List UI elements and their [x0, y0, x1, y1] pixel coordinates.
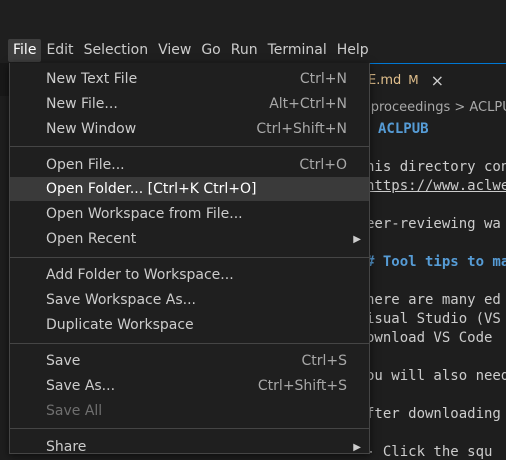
menu-item-open-file[interactable]: Open File... Ctrl+O	[10, 153, 369, 177]
menu-item-shortcut: Ctrl+S	[301, 353, 347, 369]
menu-item-label: Share	[46, 439, 87, 454]
menu-item-label: New Text File	[46, 71, 138, 87]
editor-line: here are many ed	[366, 292, 501, 308]
menu-go[interactable]: Go	[196, 39, 225, 62]
menu-item-label: New File...	[46, 96, 118, 112]
menu-item-new-file[interactable]: New File... Alt+Ctrl+N	[10, 92, 369, 116]
menu-separator	[10, 428, 369, 429]
menu-view[interactable]: View	[153, 39, 196, 62]
editor-line: ACLPUB	[378, 121, 429, 137]
close-icon[interactable]: ×	[431, 71, 444, 90]
menu-item-save[interactable]: Save Ctrl+S	[10, 349, 369, 373]
menu-item-shortcut: Ctrl+Shift+S	[257, 378, 347, 394]
menu-item-open-folder[interactable]: Open Folder... [Ctrl+K Ctrl+O]	[10, 177, 369, 201]
menu-item-shortcut: Ctrl+Shift+N	[256, 121, 347, 137]
title-bar	[0, 0, 506, 38]
editor-tab-readme[interactable]: E.md M ×	[366, 63, 506, 96]
menu-item-shortcut: Ctrl+N	[299, 71, 347, 87]
editor-line: his directory con	[366, 159, 506, 175]
menu-help[interactable]: Help	[332, 39, 374, 62]
menu-file[interactable]: File	[8, 39, 42, 62]
chevron-right-icon: ▶	[353, 233, 361, 245]
editor-line: ownload VS Code	[366, 330, 493, 346]
menu-item-label: Open Recent	[46, 231, 137, 247]
editor-line: https://www.aclweb	[366, 178, 506, 194]
menu-item-add-folder[interactable]: Add Folder to Workspace...	[10, 263, 369, 287]
menu-terminal[interactable]: Terminal	[263, 39, 332, 62]
menu-item-share[interactable]: Share ▶	[10, 435, 369, 454]
menu-item-label: Duplicate Workspace	[46, 317, 194, 333]
menu-separator	[10, 343, 369, 344]
menu-item-label: New Window	[46, 121, 137, 137]
tab-filename: E.md	[368, 72, 402, 88]
menu-bar: File Edit Selection View Go Run Terminal…	[0, 38, 506, 63]
menu-item-save-workspace-as[interactable]: Save Workspace As...	[10, 288, 369, 312]
menu-item-save-as[interactable]: Save As... Ctrl+Shift+S	[10, 374, 369, 398]
breadcrumb[interactable]: -proceedings > ACLPUB	[366, 100, 506, 115]
menu-edit[interactable]: Edit	[41, 39, 78, 62]
editor-line: - Click the squ	[366, 444, 493, 460]
menu-separator	[10, 257, 369, 258]
menu-item-label: Save As...	[46, 378, 116, 394]
menu-item-duplicate-workspace[interactable]: Duplicate Workspace	[10, 313, 369, 337]
menu-separator	[10, 146, 369, 147]
menu-item-label: Save Workspace As...	[46, 292, 197, 308]
menu-item-label: Save All	[46, 403, 103, 419]
menu-item-label: Add Folder to Workspace...	[46, 267, 234, 283]
menu-item-save-all: Save All	[10, 399, 369, 423]
menu-selection[interactable]: Selection	[79, 39, 154, 62]
menu-item-label: Save	[46, 353, 81, 369]
menu-item-new-window[interactable]: New Window Ctrl+Shift+N	[10, 117, 369, 141]
editor-line: eer-reviewing wa	[366, 216, 501, 232]
menu-item-label: Open File...	[46, 157, 125, 173]
menu-item-shortcut: Alt+Ctrl+N	[269, 96, 347, 112]
editor-line: ou will also need	[366, 368, 506, 384]
tab-modified-badge: M	[408, 73, 419, 87]
menu-run[interactable]: Run	[226, 39, 263, 62]
menu-item-open-recent[interactable]: Open Recent ▶	[10, 227, 369, 251]
file-menu-dropdown: New Text File Ctrl+N New File... Alt+Ctr…	[9, 63, 370, 454]
menu-item-label: Open Workspace from File...	[46, 206, 243, 222]
chevron-right-icon: ▶	[353, 441, 361, 453]
menu-item-label: Open Folder... [Ctrl+K Ctrl+O]	[46, 181, 257, 197]
editor-line: isual Studio (VS	[366, 311, 501, 327]
menu-item-open-workspace[interactable]: Open Workspace from File...	[10, 202, 369, 226]
menu-item-new-text-file[interactable]: New Text File Ctrl+N	[10, 67, 369, 91]
menu-item-shortcut: Ctrl+O	[299, 157, 347, 173]
editor-line: fter downloading	[366, 406, 501, 422]
editor-line: # Tool tips to ma	[366, 254, 506, 270]
